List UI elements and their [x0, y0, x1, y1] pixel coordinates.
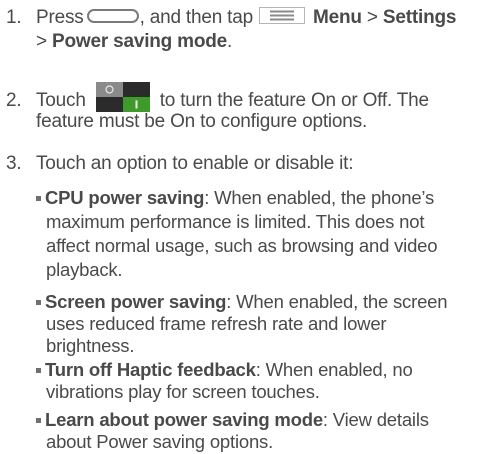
step-number: 1.: [6, 7, 22, 28]
option-text: about Power saving options.: [46, 431, 274, 452]
option-text: : When enabled, the screen: [226, 291, 448, 312]
step-text: .: [227, 31, 233, 52]
option-text: affect normal usage, such as browsing an…: [46, 235, 438, 256]
option-learn-about-power-saving-mode: Learn about power saving mode: View deta…: [36, 408, 429, 432]
path-separator: >: [366, 7, 378, 28]
menu-key-icon: [259, 7, 305, 25]
step-1: 1. Press , and then tap Menu > Settings: [6, 6, 456, 30]
step-text: to turn the feature On or Off. The: [159, 90, 429, 112]
settings-label: Settings: [382, 7, 457, 28]
bullet-icon: [36, 417, 41, 423]
option-text: maximum performance is limited. This doe…: [46, 211, 425, 232]
option-title: Screen power saving: [45, 291, 227, 312]
option-screen-power-saving: Screen power saving: When enabled, the s…: [36, 290, 448, 314]
option-text: playback.: [46, 259, 123, 280]
bullet-icon: [36, 299, 41, 305]
home-key-icon: [86, 8, 139, 23]
step-2-continued: feature must be On to configure options.: [36, 111, 368, 132]
option-text: uses reduced frame refresh rate and lowe…: [46, 313, 387, 334]
power-saving-mode-label: Power saving mode: [52, 31, 228, 52]
option-text: : When enabled, the phone’s: [204, 187, 435, 208]
option-title: Learn about power saving mode: [45, 409, 323, 430]
option-cpu-power-saving: CPU power saving: When enabled, the phon…: [36, 186, 434, 210]
step-text: Press: [36, 7, 84, 28]
step-text: Touch an option to enable or disable it:: [36, 153, 354, 174]
step-number: 2.: [6, 90, 22, 112]
option-text: : View details: [322, 409, 429, 430]
bullet-icon: [36, 367, 41, 373]
step-1-continued: > Power saving mode.: [36, 30, 232, 54]
option-text: vibrations play for screen touches.: [46, 381, 320, 402]
option-title: CPU power saving: [45, 187, 205, 208]
step-3: 3. Touch an option to enable or disable i…: [6, 152, 354, 176]
step-text: , and then tap: [139, 7, 254, 28]
step-number: 3.: [6, 153, 22, 174]
path-separator: >: [36, 31, 47, 52]
option-text: : When enabled, no: [255, 359, 413, 380]
menu-label: Menu: [313, 7, 362, 28]
option-title: Turn off Haptic feedback: [45, 359, 256, 380]
on-off-switch-icon: [95, 82, 150, 112]
bullet-icon: [36, 195, 41, 201]
option-turn-off-haptic-feedback: Turn off Haptic feedback: When enabled, …: [36, 358, 413, 382]
option-text: brightness.: [46, 335, 135, 356]
step-text: Touch: [36, 90, 86, 112]
